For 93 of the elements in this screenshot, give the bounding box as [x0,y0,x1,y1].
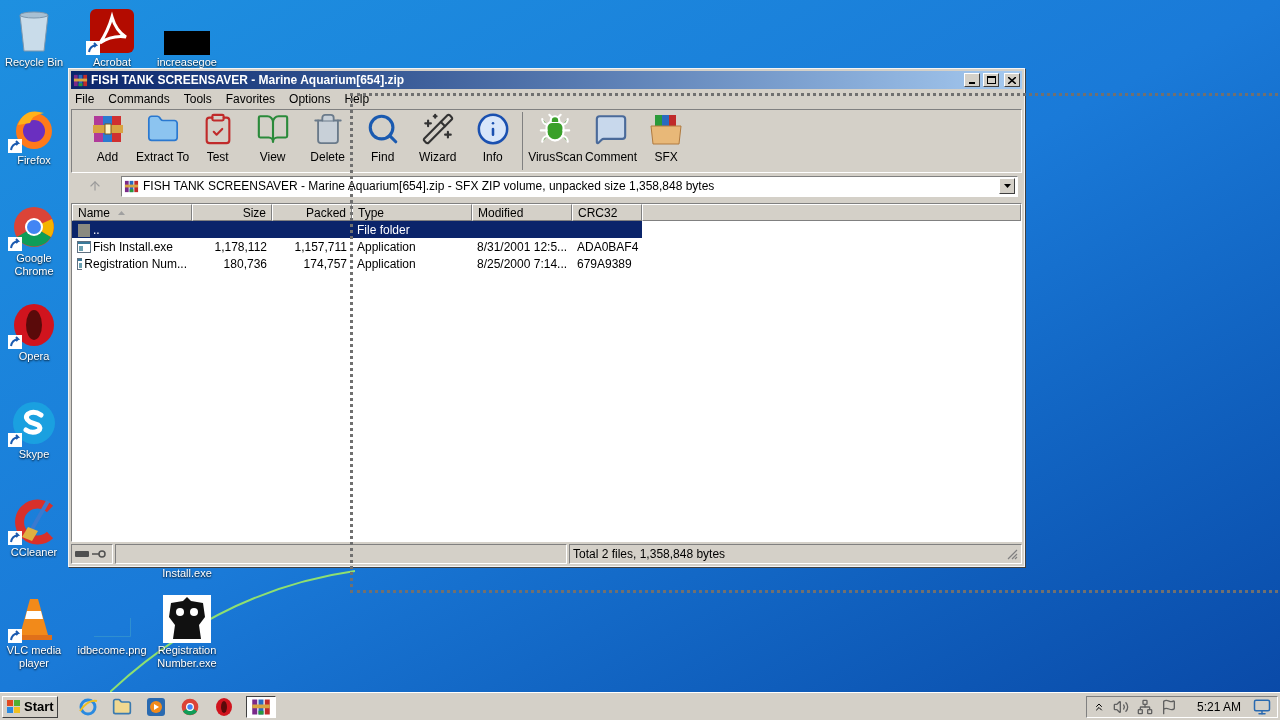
file-icon [164,31,210,55]
opera-icon [213,696,234,717]
drive-icon [75,551,89,557]
file-row[interactable]: Registration Num... 180,736 174,757 Application 8/25/2000 7:14... 679A9389 [72,255,642,272]
menu-item[interactable]: Favorites [225,90,276,108]
table-cell-text: 679A9389 [577,255,632,273]
desktop-icon-label[interactable]: CCleaner [10,546,58,559]
desktop-icon-label[interactable]: Opera [18,350,50,363]
desktop-icon-label[interactable]: Skype [18,448,50,461]
winrar-icon [73,72,88,88]
minimize-icon [969,82,975,84]
menu-item[interactable]: Tools [183,90,212,108]
toolbar-button[interactable]: Comment [583,112,639,170]
ie-icon [77,696,98,717]
robot-icon [163,595,211,643]
up-arrow-icon [88,179,102,193]
info-icon [475,112,510,146]
resize-grip-icon [1007,548,1018,560]
table-cell-text: ADA0BAF4 [577,238,639,256]
play-icon [145,696,166,717]
column-header[interactable]: Packed [272,204,352,221]
close-button[interactable] [1004,73,1020,87]
book-icon [255,112,290,146]
column-header[interactable]: Type [352,204,472,221]
minimize-button[interactable] [964,73,980,87]
folder-icon [77,222,91,237]
toolbar-button[interactable]: Extract To [135,112,191,170]
menu-item[interactable]: File [75,90,95,108]
taskbar-button[interactable] [245,695,276,718]
desktop-icon-label[interactable]: VLC media player [2,644,66,670]
window-title: FISH TANK SCREENSAVER - Marine Aquarium[654].zip [91,72,406,89]
desktop-icon-label[interactable]: Registration Number.exe [150,644,224,670]
desktop-icon-label[interactable]: Firefox [17,154,51,167]
column-header[interactable]: Modified [472,204,572,221]
acrobat-icon [88,7,136,55]
desktop-icon-label[interactable]: Install.exe [162,567,212,580]
table-cell-text: 8/25/2000 7:14... [477,255,568,273]
magic-wand-icon [420,112,455,146]
table-cell-text: 1,157,711 [294,238,347,256]
table-cell-text: 174,757 [303,255,347,273]
windows-logo-icon [6,698,22,715]
desktop-icon-label[interactable]: Google Chrome [2,252,66,278]
toolbar-button[interactable]: Delete [300,112,356,170]
menu-item[interactable]: Options [289,90,331,108]
table-cell-text: .. [93,221,100,239]
toolbar-button[interactable]: VirusScan [527,112,584,170]
clock[interactable]: 5:21 AM [1196,697,1241,716]
caret-icon [1003,184,1011,188]
box-icon [649,112,684,146]
maximize-button[interactable] [983,73,999,87]
key-icon [92,550,106,558]
table-cell-text: Application [357,255,416,273]
table-cell-text: Registration Num... [84,255,187,273]
bug-icon [538,112,573,146]
close-icon [1008,76,1016,84]
table-cell-text: Fish Install.exe [93,238,174,256]
column-header[interactable]: CRC32 [572,204,642,221]
table-cell-text: 180,736 [223,255,267,273]
dropdown-button[interactable] [999,178,1015,194]
desktop-icon-label[interactable]: increasegoe [157,56,217,69]
toolbar-button[interactable]: Info [465,112,521,170]
table-cell-text: 8/31/2001 12:5... [477,238,568,256]
toolbar-button[interactable]: Add [80,112,135,170]
table-cell-text: File folder [357,221,410,239]
window-file-icon [77,257,83,270]
address-field[interactable]: FISH TANK SCREENSAVER - Marine Aquarium[654].zip - SFX ZIP volume, unpacked size 1,358,848 bytes [121,175,1018,197]
table-cell-text: 1,178,112 [214,238,267,256]
flag-icon[interactable] [1160,698,1177,715]
status-text: Total 2 files, 1,358,848 bytes [573,546,726,563]
toolbar-button[interactable]: Test [190,112,246,170]
start-button[interactable]: Start [2,695,58,718]
desktop-icon-label[interactable]: idbecome.png [77,644,147,657]
column-header[interactable]: Size [192,204,272,221]
file-row[interactable]: Fish Install.exe 1,178,112 1,157,711 Application 8/31/2001 12:5... ADA0BAF4 [72,238,642,255]
winrar-icon [124,178,139,194]
menu-item[interactable]: Commands [108,90,170,108]
speaker-icon[interactable] [1112,698,1129,715]
table-cell-text: Application [357,238,416,256]
chrome-icon [179,696,200,717]
folder-icon [111,696,132,717]
toolbar-button[interactable]: View [245,112,301,170]
file-row[interactable]: .. File folder [72,221,642,238]
toolbar-button[interactable]: Wizard [410,112,466,170]
network-icon[interactable] [1136,698,1153,715]
toolbar-button[interactable]: Find [355,112,411,170]
skype-icon [10,399,58,447]
speech-bubble-icon [594,112,629,146]
maximize-icon [986,76,996,84]
column-header[interactable]: Name [72,204,192,221]
show-desktop-icon[interactable] [1253,697,1271,716]
desktop-icon-label[interactable]: Acrobat [93,56,131,69]
window-file-icon [77,240,91,253]
toolbar-button[interactable]: SFX [638,112,694,170]
